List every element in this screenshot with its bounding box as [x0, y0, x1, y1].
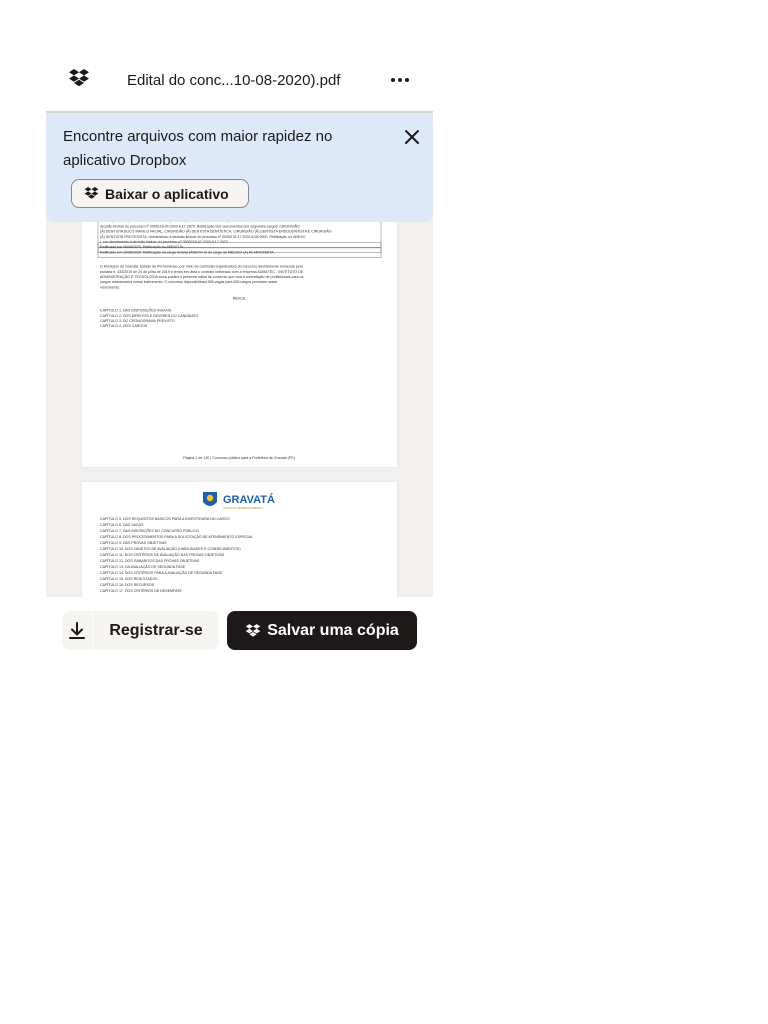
file-preview: Retificado em 09/03/2020. Retificação na…: [46, 50, 433, 597]
rectification-line: I, em atendimento à decisão liminar do p…: [100, 240, 229, 244]
rectification-line: (Ã) DENTISTA PROTESISTA, obedecendo à de…: [100, 234, 306, 239]
rectification-line: (Ã) DENTISTA BUCO MAXILO FACIAL, CIRURGI…: [100, 229, 332, 234]
index-item: CAPÍTULO 13. DA AVALIAÇÃO DE SEGUNDA FAS…: [100, 564, 186, 569]
page-footer: Página 1 de 130 | Concurso público para …: [183, 456, 295, 460]
dropbox-icon: [84, 187, 99, 199]
index-item: CAPÍTULO 10. DOS OBJETOS DE AVALIAÇÃO (H…: [100, 546, 241, 551]
rectification-line: Retificado em 10/08/2020. Retificação na…: [100, 249, 275, 254]
index-item: CAPÍTULO 6. DAS VAGAS: [100, 523, 144, 527]
close-icon[interactable]: [402, 127, 422, 147]
index-item: CAPÍTULO 1. DAS DISPOSIÇÕES INICIAIS: [100, 308, 172, 313]
index-item: CAPÍTULO 8. DOS PROCEDIMENTOS PARA A SOL…: [100, 534, 253, 539]
file-name: Edital do conc...10-08-2020).pdf: [127, 72, 341, 89]
intro-line: ADMINISTRAÇÃO E TECNOLOGIA torna público…: [100, 274, 304, 279]
brand-name: GRAVATÁ: [223, 493, 275, 506]
download-app-button[interactable]: Baixar o aplicativo: [71, 179, 249, 208]
download-button[interactable]: [62, 611, 92, 650]
index-item: CAPÍTULO 11. DOS CRITÉRIOS DE AVALIAÇÃO …: [100, 552, 225, 557]
banner-message: Encontre arquivos com maior rapidez no a…: [63, 128, 333, 169]
index-title: ÍNDICE: [233, 297, 246, 301]
index-item: CAPÍTULO 3. DO CRONOGRAMA PREVISTO: [100, 319, 175, 323]
index-item: CAPÍTULO 16. DOS RECURSOS: [100, 583, 155, 587]
index-item: CAPÍTULO 7. DAS INSCRIÇÕES NO CONCURSO P…: [100, 528, 199, 533]
download-icon: [69, 621, 85, 639]
index-item: CAPÍTULO 2. DOS DIREITOS E DEVERES DO CA…: [100, 314, 199, 318]
intro-line: instrumento.: [100, 285, 120, 289]
rectification-line: Retificado em 06/08/2020. Retificação no…: [100, 245, 184, 249]
index-item: CAPÍTULO 14. DOS CRITÉRIOS PARA A AVALIA…: [100, 570, 223, 575]
gravata-crest-icon: [203, 492, 217, 506]
more-options-icon[interactable]: [388, 68, 412, 92]
index-item: CAPÍTULO 9. DAS PROVAS OBJETIVAS: [100, 541, 167, 545]
intro-line: O Município de Gravatá, Estado de Pernam…: [100, 265, 303, 269]
intro-line: cargos relacionados nesse instrumento. O…: [100, 280, 277, 284]
index-item: CAPÍTULO 5. DOS REQUISITOS BÁSICOS PARA …: [100, 517, 230, 521]
pdf-page-2: GRAVATÁ GESTÃO E DESENVOLVIMENTO CAPÍTULO …: [82, 482, 397, 597]
rectification-line: decisão liminar do processo nº 0006118-0…: [100, 223, 300, 228]
register-button[interactable]: Registrar-se: [93, 611, 219, 650]
save-copy-button[interactable]: Salvar uma cópia: [227, 611, 417, 650]
index-item: CAPÍTULO 15. DOS RESULTADOS: [100, 577, 158, 581]
file-header: Edital do conc...10-08-2020).pdf: [46, 50, 433, 113]
save-copy-label: Salvar uma cópia: [267, 621, 399, 639]
index-item: CAPÍTULO 12. DOS GABARITOS DAS PROVAS OB…: [100, 559, 200, 563]
download-app-label: Baixar o aplicativo: [105, 185, 229, 202]
dropbox-icon: [245, 623, 261, 637]
app-promo-banner: Encontre arquivos com maior rapidez no a…: [46, 113, 433, 222]
index-item: CAPÍTULO 4. DOS CARGOS: [100, 324, 148, 328]
index-item: CAPÍTULO 17. DOS CRITÉRIOS DE DESEMPATE: [100, 588, 183, 593]
page-2-content: GRAVATÁGESTÃO E DESENVOLVIMENTOCAPÍTULO …: [100, 492, 275, 593]
intro-line: portaria n. 433/2019 de 24 de julho de 2…: [100, 270, 304, 274]
dropbox-icon[interactable]: [68, 69, 90, 88]
